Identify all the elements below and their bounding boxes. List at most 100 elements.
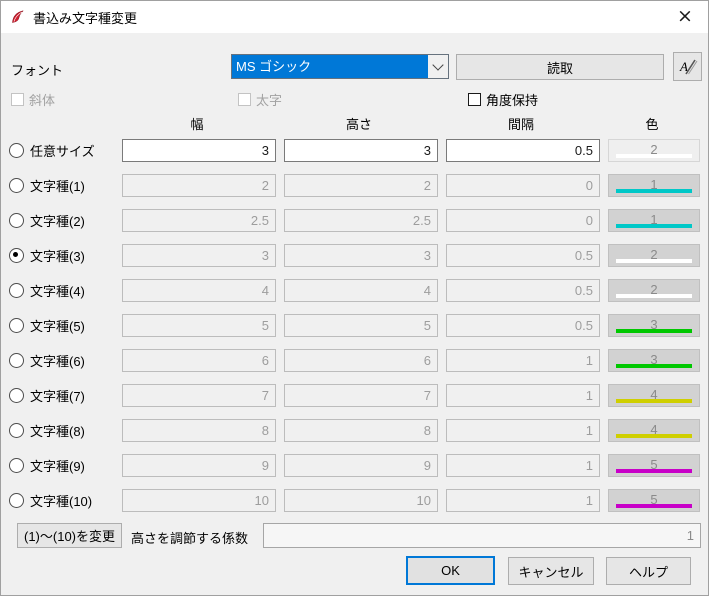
pen-color-bar (616, 399, 692, 403)
text-type-row: 文字種(2) 1 (1, 203, 708, 238)
spacing-input[interactable] (446, 139, 600, 162)
column-header-color: 色 (645, 117, 659, 132)
pen-color-bar (616, 434, 692, 438)
text-type-row: 文字種(10) 5 (1, 483, 708, 518)
width-input (122, 419, 276, 442)
width-input[interactable] (122, 139, 276, 162)
pen-color-bar (616, 504, 692, 508)
pen-color-bar (616, 259, 692, 263)
width-input (122, 314, 276, 337)
change-1-10-button[interactable]: (1)～(10)を変更 (17, 523, 122, 548)
row-radio[interactable] (9, 388, 24, 403)
row-label: 文字種(4) (30, 284, 85, 299)
italic-checkbox-label: 斜体 (29, 93, 56, 108)
pen-color-bar (616, 189, 692, 193)
height-input (284, 314, 438, 337)
text-type-row: 文字種(1) 1 (1, 168, 708, 203)
row-radio[interactable] (9, 318, 24, 333)
row-label: 文字種(2) (30, 214, 85, 229)
row-label: 文字種(9) (30, 459, 85, 474)
column-headers: 幅 高さ 間隔 色 (1, 114, 708, 132)
keep-angle-checkbox-box[interactable] (468, 93, 481, 106)
bold-checkbox-box (238, 93, 251, 106)
text-type-row: 文字種(6) 3 (1, 343, 708, 378)
width-input (122, 244, 276, 267)
pen-color-button[interactable]: 5 (608, 489, 700, 512)
text-type-row: 任意サイズ 2 (1, 133, 708, 168)
titlebar: 書込み文字種変更 × (1, 1, 708, 33)
spacing-input (446, 349, 600, 372)
text-type-row: 文字種(4) 2 (1, 273, 708, 308)
text-type-rows: 任意サイズ 2 文字種(1) 1 文字種(2) 1 文字種(3) 2 文字種(4) 2 文字種(5)… (1, 133, 708, 518)
cancel-button[interactable]: キャンセル (508, 557, 594, 585)
pen-color-bar (616, 224, 692, 228)
text-type-row: 文字種(3) 2 (1, 238, 708, 273)
width-input (122, 454, 276, 477)
height-input (284, 419, 438, 442)
height-factor-input[interactable] (263, 523, 701, 548)
height-input (284, 454, 438, 477)
font-edit-button[interactable]: A (673, 52, 702, 81)
jwcad-feather-icon (10, 9, 26, 25)
pen-color-button[interactable]: 4 (608, 384, 700, 407)
height-input (284, 489, 438, 512)
write-text-type-dialog: 書込み文字種変更 × フォント MS ゴシック 読取 A 斜体 太字 角度保持 … (0, 0, 709, 596)
read-button[interactable]: 読取 (456, 54, 664, 80)
width-input (122, 174, 276, 197)
keep-angle-checkbox[interactable]: 角度保持 (468, 90, 538, 109)
chevron-down-icon[interactable] (427, 55, 448, 78)
pen-color-button[interactable]: 3 (608, 349, 700, 372)
row-radio[interactable] (9, 143, 24, 158)
pen-color-button[interactable]: 3 (608, 314, 700, 337)
height-input (284, 244, 438, 267)
font-combobox-value: MS ゴシック (236, 59, 312, 74)
spacing-input (446, 489, 600, 512)
row-radio[interactable] (9, 283, 24, 298)
keep-angle-checkbox-label: 角度保持 (486, 93, 539, 108)
height-input[interactable] (284, 139, 438, 162)
height-input (284, 279, 438, 302)
pen-color-button[interactable]: 2 (608, 279, 700, 302)
column-header-width: 幅 (190, 117, 204, 132)
column-header-height: 高さ (345, 117, 372, 132)
font-pencil-icon: A (679, 59, 697, 74)
window-title: 書込み文字種変更 (33, 10, 138, 26)
font-combobox[interactable]: MS ゴシック (231, 54, 449, 79)
pen-color-bar (616, 364, 692, 368)
width-input (122, 489, 276, 512)
spacing-input (446, 419, 600, 442)
pen-color-button[interactable]: 2 (608, 244, 700, 267)
row-radio[interactable] (9, 353, 24, 368)
spacing-input (446, 314, 600, 337)
row-label: 文字種(6) (30, 354, 85, 369)
row-radio[interactable] (9, 248, 24, 263)
ok-button[interactable]: OK (406, 556, 495, 585)
pen-color-button[interactable]: 1 (608, 174, 700, 197)
close-button[interactable]: × (662, 1, 708, 32)
row-radio[interactable] (9, 493, 24, 508)
row-label: 任意サイズ (30, 144, 95, 159)
spacing-input (446, 454, 600, 477)
pen-color-button[interactable]: 1 (608, 209, 700, 232)
row-label: 文字種(10) (30, 494, 93, 509)
row-radio[interactable] (9, 458, 24, 473)
width-input (122, 209, 276, 232)
row-label: 文字種(1) (30, 179, 85, 194)
pen-color-bar (616, 329, 692, 333)
row-label: 文字種(3) (30, 249, 85, 264)
help-button[interactable]: ヘルプ (606, 557, 691, 585)
pen-color-button[interactable]: 5 (608, 454, 700, 477)
row-radio[interactable] (9, 178, 24, 193)
text-type-row: 文字種(5) 3 (1, 308, 708, 343)
spacing-input (446, 279, 600, 302)
width-input (122, 384, 276, 407)
pen-color-button[interactable]: 2 (608, 139, 700, 162)
pen-color-button[interactable]: 4 (608, 419, 700, 442)
height-input (284, 174, 438, 197)
pen-color-bar (616, 294, 692, 298)
row-radio[interactable] (9, 213, 24, 228)
spacing-input (446, 209, 600, 232)
row-radio[interactable] (9, 423, 24, 438)
pen-color-bar (616, 154, 692, 158)
spacing-input (446, 174, 600, 197)
